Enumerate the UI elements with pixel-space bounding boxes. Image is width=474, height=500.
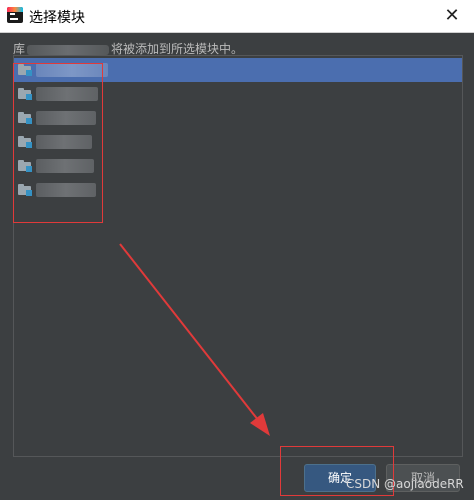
annotation-arrow [119,243,270,436]
csdn-watermark: CSDN @aojiaodeRR [346,477,464,491]
